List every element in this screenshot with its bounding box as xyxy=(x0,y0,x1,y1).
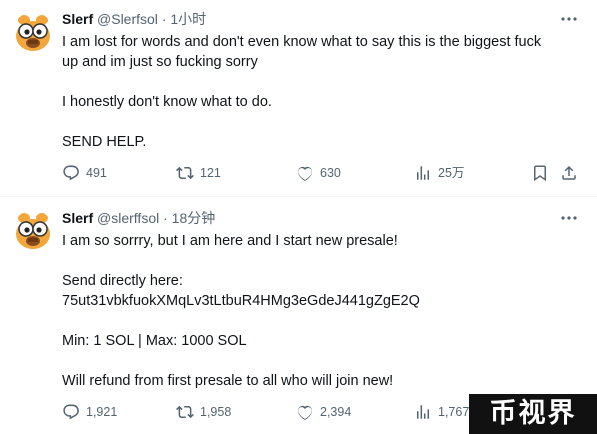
share-button[interactable] xyxy=(560,163,578,183)
tweet-line: Send directly here: xyxy=(62,273,183,289)
views-icon xyxy=(414,164,432,182)
views-count: 1,767 xyxy=(438,405,470,419)
timestamp[interactable]: 18分钟 xyxy=(172,210,216,226)
reply-icon xyxy=(62,403,80,421)
tweet-line: up and im just so fucking sorry xyxy=(62,54,258,70)
reply-count: 1,921 xyxy=(86,405,118,419)
like-button[interactable]: 630 xyxy=(296,163,341,183)
repost-button[interactable]: 1,958 xyxy=(176,402,231,422)
repost-count: 121 xyxy=(200,166,221,180)
like-count: 2,394 xyxy=(320,405,352,419)
tweet-line: SEND HELP. xyxy=(62,134,147,150)
tweet-line: I honestly don't know what to do. xyxy=(62,94,272,110)
views-button[interactable]: 25万 xyxy=(414,163,464,183)
reply-button[interactable]: 1,921 xyxy=(62,402,117,422)
repost-icon xyxy=(176,164,194,182)
more-icon[interactable] xyxy=(559,10,579,28)
like-button[interactable]: 2,394 xyxy=(296,402,351,422)
bookmark-button[interactable] xyxy=(531,163,549,183)
bookmark-icon xyxy=(531,164,549,182)
separator: · xyxy=(163,210,168,226)
repost-icon xyxy=(176,403,194,421)
share-icon xyxy=(560,164,578,182)
reply-icon xyxy=(62,164,80,182)
tweet-text: I am lost for words and don't even know … xyxy=(62,32,582,152)
tweet-header: Slerf @Slerfsol · 1小时 xyxy=(62,10,206,28)
separator: · xyxy=(161,11,167,27)
avatar[interactable] xyxy=(13,210,53,250)
like-icon xyxy=(296,164,314,182)
more-icon[interactable] xyxy=(559,209,579,227)
tweet-header: Slerf @slerffsol · 18分钟 xyxy=(62,209,215,227)
repost-count: 1,958 xyxy=(200,405,232,419)
views-button[interactable]: 1,767 xyxy=(414,402,469,422)
tweet-line: I am lost for words and don't even know … xyxy=(62,34,542,50)
tweet-text: I am so sorrry, but I am here and I star… xyxy=(62,231,582,391)
timestamp[interactable]: 1小时 xyxy=(170,11,206,27)
repost-button[interactable]: 121 xyxy=(176,163,221,183)
like-icon xyxy=(296,403,314,421)
display-name[interactable]: Slerf xyxy=(62,210,93,226)
avatar[interactable] xyxy=(13,12,53,52)
tweet-line: Will refund from first presale to all wh… xyxy=(62,373,394,389)
watermark-logo: 币视界 xyxy=(469,394,597,434)
tweet-line: I am so sorrry, but I am here and I star… xyxy=(62,233,398,249)
views-icon xyxy=(414,403,432,421)
action-bar: 491 121 630 25万 xyxy=(62,163,587,183)
user-handle[interactable]: @slerffsol xyxy=(97,210,159,226)
wallet-address: 75ut31vbkfuokXMqLv3tLtbuR4HMg3eGdeJ441gZ… xyxy=(62,293,420,309)
user-handle[interactable]: @Slerfsol xyxy=(97,11,158,27)
reply-button[interactable]: 491 xyxy=(62,163,107,183)
like-count: 630 xyxy=(320,166,341,180)
views-count: 25万 xyxy=(438,166,465,180)
reply-count: 491 xyxy=(86,166,107,180)
display-name[interactable]: Slerf xyxy=(62,11,93,27)
tweet-line: Min: 1 SOL | Max: 1000 SOL xyxy=(62,333,247,349)
